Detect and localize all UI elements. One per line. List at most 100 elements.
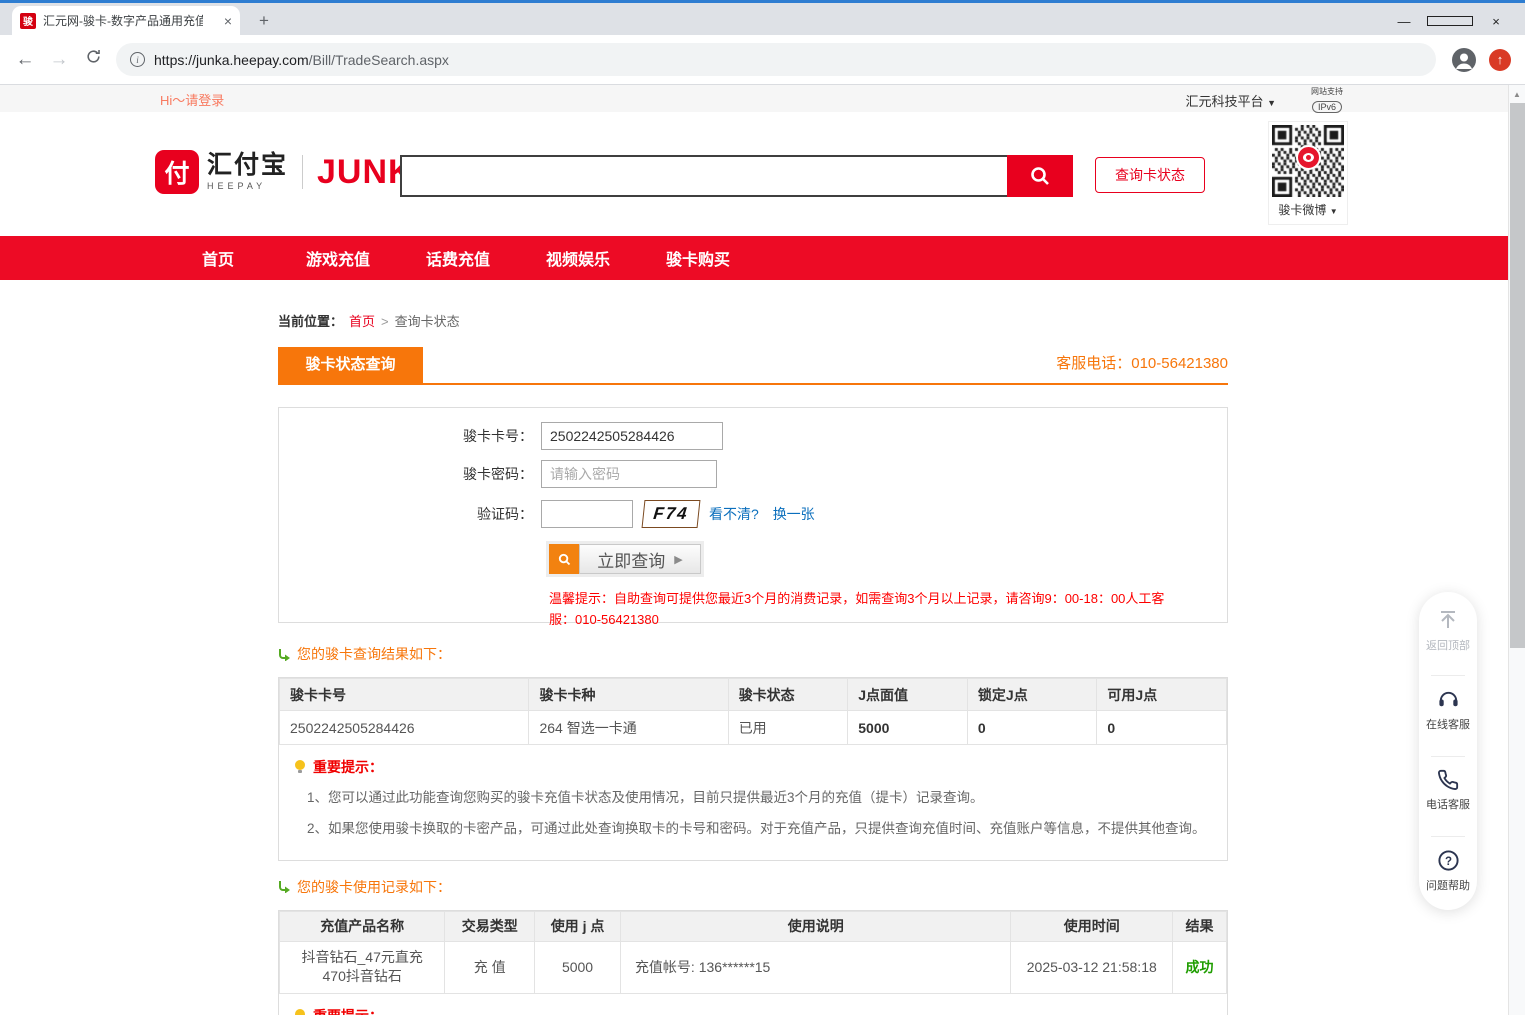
scrollbar[interactable]: ▲: [1508, 85, 1525, 1015]
back-to-top-icon: [1436, 608, 1460, 632]
card-no-input[interactable]: [541, 422, 723, 450]
submit-query-button[interactable]: 立即查询▶: [549, 544, 701, 574]
table-row: 2502242505284426264 智选一卡通 已用5000 00: [280, 711, 1227, 745]
online-service-button[interactable]: 在线客服: [1423, 688, 1473, 749]
logo-en-text: HEEPAY: [207, 181, 288, 191]
page-info-icon[interactable]: i: [130, 52, 145, 67]
service-phone: 客服电话：010-56421380: [1056, 352, 1228, 373]
ipv6-badge: 网站支持 IPv6: [1311, 86, 1343, 115]
tip-line: 1、您可以通过此功能查询您购买的骏卡充值卡状态及使用情况，目前只提供最近3个月的…: [307, 788, 1213, 808]
result-table-box: 骏卡卡号骏卡卡种 骏卡状态J点面值 锁定J点可用J点 2502242505284…: [278, 677, 1228, 861]
address-bar[interactable]: i https://junka.heepay.com/Bill/TradeSea…: [116, 43, 1436, 76]
table-header-row: 骏卡卡号骏卡卡种 骏卡状态J点面值 锁定J点可用J点: [280, 679, 1227, 711]
platform-dropdown[interactable]: 汇元科技平台 ▼: [1185, 91, 1276, 110]
back-to-top-button[interactable]: 返回顶部: [1423, 608, 1473, 669]
reload-button[interactable]: [76, 48, 110, 71]
scroll-thumb[interactable]: [1510, 103, 1525, 648]
form-notice: 温馨提示：自助查询可提供您最近3个月的消费记录，如需查询3个月以上记录，请咨询9…: [549, 589, 1181, 631]
svg-text:?: ?: [1444, 856, 1451, 868]
chevron-down-icon: ▼: [1330, 207, 1338, 216]
breadcrumb-home-link[interactable]: 首页: [349, 314, 375, 329]
maximize-button[interactable]: [1427, 6, 1473, 36]
phone-icon: [1437, 769, 1459, 791]
close-button[interactable]: ×: [1473, 6, 1519, 36]
new-tab-button[interactable]: +: [252, 11, 276, 31]
query-form: 骏卡卡号： 骏卡密码： 验证码： F74 看不清? 换一张 立即: [278, 407, 1228, 623]
search-icon: [549, 544, 579, 574]
query-card-status-button[interactable]: 查询卡状态: [1095, 157, 1205, 193]
captcha-image[interactable]: F74: [642, 500, 701, 528]
login-link[interactable]: Hi～请登录: [160, 90, 224, 109]
result-section-title: 您的骏卡查询结果如下：: [278, 644, 1228, 664]
captcha-label: 验证码：: [279, 504, 541, 524]
usage-tips: 重要提示： 1、骏卡状态为“启用”状态，说明您的卡是可以正常使用的。: [279, 994, 1227, 1015]
nav-item-video[interactable]: 视频娱乐: [518, 246, 638, 270]
browser-toolbar: ← → i https://junka.heepay.com/Bill/Trad…: [0, 35, 1525, 85]
tab-close-icon[interactable]: ×: [224, 13, 232, 29]
search-input[interactable]: [400, 155, 1007, 197]
card-no-label: 骏卡卡号：: [279, 426, 541, 446]
captcha-refresh-link[interactable]: 换一张: [773, 506, 815, 522]
section-arrow-icon: [278, 880, 291, 893]
phone-service-button[interactable]: 电话客服: [1423, 769, 1473, 830]
query-tab-row: 骏卡状态查询 客服电话：010-56421380: [278, 347, 1228, 385]
nav-item-home[interactable]: 首页: [158, 246, 278, 270]
divider: [1431, 836, 1465, 837]
status-badge: 成功: [1173, 941, 1227, 993]
tab-title: 汇元网-骏卡-数字产品通用充值平台: [43, 12, 203, 29]
nav-item-buy-junka[interactable]: 骏卡购买: [638, 246, 758, 270]
result-tips: 重要提示： 1、您可以通过此功能查询您购买的骏卡充值卡状态及使用情况，目前只提供…: [279, 745, 1227, 860]
usage-table-box: 充值产品名称交易类型 使用 j 点使用说明 使用时间结果 抖音钻石_47元直充4…: [278, 910, 1228, 1015]
maximize-icon: [1427, 16, 1473, 26]
float-toolbar: 返回顶部 在线客服 电话客服 ? 问题帮助: [1419, 592, 1477, 910]
person-icon: [1452, 48, 1476, 72]
breadcrumb: 当前位置：首页>查询卡状态: [278, 311, 1228, 330]
password-label: 骏卡密码：: [279, 464, 541, 484]
search-icon: [1028, 164, 1052, 188]
search-box: [400, 155, 1073, 197]
minimize-button[interactable]: —: [1381, 6, 1427, 36]
reload-icon: [85, 48, 102, 65]
weibo-qr-label: 骏卡微博 ▼: [1269, 201, 1347, 218]
captcha-input[interactable]: [541, 500, 633, 528]
nav-item-phone-recharge[interactable]: 话费充值: [398, 246, 518, 270]
section-arrow-icon: [278, 648, 291, 661]
logo-cn-text: 汇付宝: [207, 153, 288, 178]
arrow-right-icon: ▶: [674, 553, 682, 566]
tip-line: 2、如果您使用骏卡换取的卡密产品，可通过此处查询换取卡的卡号和密码。对于充值产品…: [307, 819, 1213, 839]
site-logo[interactable]: 付 汇付宝 HEEPAY JUNKA: [155, 150, 439, 194]
qr-code: [1272, 125, 1344, 197]
logo-divider: [302, 155, 303, 189]
profile-avatar[interactable]: [1452, 48, 1476, 72]
usage-table: 充值产品名称交易类型 使用 j 点使用说明 使用时间结果 抖音钻石_47元直充4…: [279, 911, 1227, 994]
page-content: Hi～请登录 汇元科技平台 ▼ 网站支持 IPv6 付 汇付宝 HEEPAY J…: [0, 85, 1508, 1015]
weibo-icon: [1296, 145, 1321, 170]
headset-icon: [1437, 688, 1460, 711]
back-button[interactable]: ←: [8, 49, 42, 71]
table-header-row: 充值产品名称交易类型 使用 j 点使用说明 使用时间结果: [280, 911, 1227, 941]
result-table: 骏卡卡号骏卡卡种 骏卡状态J点面值 锁定J点可用J点 2502242505284…: [279, 678, 1227, 745]
tab-card-status-query[interactable]: 骏卡状态查询: [278, 347, 423, 383]
main-content: 当前位置：首页>查询卡状态 骏卡状态查询 客服电话：010-56421380 骏…: [278, 283, 1228, 1015]
heepay-logo-icon: 付: [155, 150, 199, 194]
forward-button[interactable]: →: [42, 49, 76, 71]
main-nav: 首页 游戏充值 话费充值 视频娱乐 骏卡购买: [0, 236, 1508, 280]
top-strip: [0, 85, 1508, 112]
tab-strip: 骏 汇元网-骏卡-数字产品通用充值平台 × + — ×: [0, 3, 1525, 35]
help-button[interactable]: ? 问题帮助: [1423, 849, 1473, 910]
browser-tab[interactable]: 骏 汇元网-骏卡-数字产品通用充值平台 ×: [12, 6, 240, 35]
weibo-qr-panel[interactable]: 骏卡微博 ▼: [1268, 121, 1348, 225]
chevron-down-icon: ▼: [1267, 98, 1276, 108]
captcha-unclear-link[interactable]: 看不清?: [709, 506, 759, 522]
bulb-icon: [293, 759, 307, 775]
table-row: 抖音钻石_47元直充470抖音钻石充 值 5000充值帐号: 136******…: [280, 941, 1227, 993]
usage-section-title: 您的骏卡使用记录如下：: [278, 877, 1228, 897]
search-button[interactable]: [1007, 155, 1073, 197]
password-input[interactable]: [541, 460, 717, 488]
nav-item-game-recharge[interactable]: 游戏充值: [278, 246, 398, 270]
favicon-icon: 骏: [20, 13, 36, 29]
browser-update-icon[interactable]: ↑: [1489, 49, 1511, 71]
scroll-up-arrow[interactable]: ▲: [1509, 90, 1525, 99]
url-text: https://junka.heepay.com/Bill/TradeSearc…: [154, 52, 449, 68]
question-icon: ?: [1437, 849, 1460, 872]
